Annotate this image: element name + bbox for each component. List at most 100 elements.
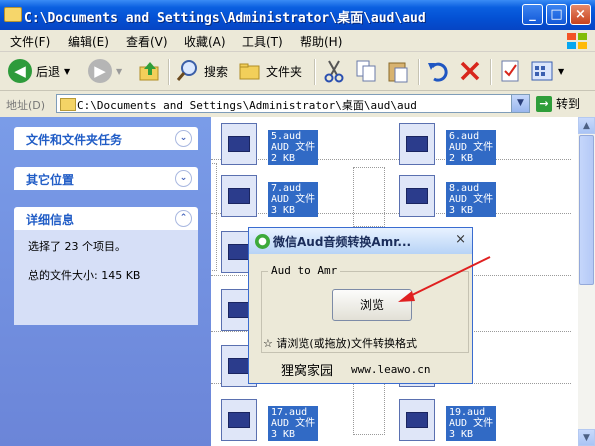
hint-text: ☆ 请浏览(或拖放)文件转换格式 xyxy=(263,337,417,350)
file-label: 6.aud AUD 文件 2 KB xyxy=(446,130,497,165)
menu-bar: 文件(F) 编辑(E) 查看(V) 收藏(A) 工具(T) 帮助(H) xyxy=(0,30,595,52)
footer-brand: 狸窝家园 xyxy=(281,364,334,379)
title-bar[interactable]: C:\Documents and Settings\Administrator\… xyxy=(0,0,595,30)
forward-arrow-icon: ▶ xyxy=(88,59,112,83)
address-value: C:\Documents and Settings\Administrator\… xyxy=(77,99,417,112)
search-icon xyxy=(176,60,197,81)
forward-button[interactable]: ▶ ▼ xyxy=(88,57,122,85)
file-label: 7.aud AUD 文件 3 KB xyxy=(268,182,319,217)
menu-help[interactable]: 帮助(H) xyxy=(300,33,342,50)
chevron-down-icon[interactable]: ⌄ xyxy=(175,130,192,147)
chevron-up-icon[interactable]: ⌃ xyxy=(175,210,192,227)
folders-button[interactable]: 文件夹 xyxy=(238,57,302,85)
panel-title: 其它位置 xyxy=(26,173,75,187)
back-button[interactable]: ◀ 后退 ▼ xyxy=(8,57,70,85)
dialog-title-bar[interactable]: ● 微信Aud音频转换Amr... × xyxy=(249,228,472,254)
other-places-panel[interactable]: 其它位置 ⌄ xyxy=(14,167,198,190)
up-folder-button[interactable] xyxy=(138,57,162,85)
file-label: 19.aud AUD 文件 3 KB xyxy=(446,406,497,441)
file-item[interactable]: 19.aud AUD 文件 3 KB xyxy=(389,397,499,441)
undo-icon xyxy=(428,62,448,82)
toolbar-separator xyxy=(490,59,492,85)
menu-favorites[interactable]: 收藏(A) xyxy=(184,33,226,50)
audio-file-icon xyxy=(221,399,259,441)
group-legend: Aud to Amr xyxy=(268,264,341,277)
chevron-down-icon[interactable]: ⌄ xyxy=(175,170,192,187)
paste-icon xyxy=(388,62,408,83)
folder-icon xyxy=(60,98,76,111)
panel-title: 文件和文件夹任务 xyxy=(26,133,123,147)
file-item[interactable]: 8.aud AUD 文件 3 KB xyxy=(389,173,499,217)
details-panel[interactable]: 详细信息 ⌃ xyxy=(14,207,198,230)
drag-ghost xyxy=(353,383,385,435)
address-label: 地址(D) xyxy=(6,99,46,112)
file-item[interactable]: 5.aud AUD 文件 2 KB xyxy=(211,121,321,165)
views-button[interactable]: ▼ xyxy=(530,57,564,85)
cut-button[interactable] xyxy=(322,57,346,85)
details-selected: 选择了 23 个项目。 xyxy=(28,240,126,253)
wechat-icon: ● xyxy=(255,234,270,249)
windows-logo-icon xyxy=(567,33,587,49)
close-button[interactable]: × xyxy=(570,4,591,25)
minimize-button[interactable]: _ xyxy=(522,4,543,25)
file-folder-tasks-panel[interactable]: 文件和文件夹任务 ⌄ xyxy=(14,127,198,150)
toolbar-separator xyxy=(418,59,420,85)
folders-icon xyxy=(239,63,260,80)
toolbar-separator xyxy=(314,59,316,85)
chevron-down-icon: ▼ xyxy=(116,66,123,76)
up-folder-icon xyxy=(139,62,159,81)
search-button[interactable]: 搜索 xyxy=(176,57,228,85)
drag-ghost xyxy=(353,167,385,227)
converter-dialog: ● 微信Aud音频转换Amr... × Aud to Amr 浏览 ☆ 请浏览(… xyxy=(248,227,473,384)
audio-file-icon xyxy=(399,175,437,217)
maximize-button[interactable]: □ xyxy=(546,4,567,25)
properties-button[interactable] xyxy=(498,57,522,85)
undo-button[interactable] xyxy=(426,57,450,85)
back-label: 后退 xyxy=(36,64,61,79)
dialog-close-button[interactable]: × xyxy=(455,232,466,247)
file-item[interactable]: 17.aud AUD 文件 3 KB xyxy=(211,397,321,441)
panel-title: 详细信息 xyxy=(26,213,75,227)
views-icon xyxy=(531,61,553,81)
file-item[interactable]: 7.aud AUD 文件 3 KB xyxy=(211,173,321,217)
copy-button[interactable] xyxy=(354,57,378,85)
menu-file[interactable]: 文件(F) xyxy=(10,33,50,50)
file-label: 5.aud AUD 文件 2 KB xyxy=(268,130,319,165)
audio-file-icon xyxy=(399,399,437,441)
properties-icon xyxy=(501,60,519,82)
menu-tools[interactable]: 工具(T) xyxy=(242,33,283,50)
file-label: 8.aud AUD 文件 3 KB xyxy=(446,182,497,217)
address-input[interactable]: C:\Documents and Settings\Administrator\… xyxy=(56,94,530,113)
paste-button[interactable] xyxy=(386,57,410,85)
toolbar-separator xyxy=(168,59,170,85)
scroll-thumb[interactable] xyxy=(579,135,594,285)
audio-file-icon xyxy=(221,175,259,217)
go-button[interactable]: → 转到 xyxy=(536,95,580,112)
chevron-down-icon: ▼ xyxy=(64,66,71,76)
copy-icon xyxy=(356,60,376,82)
search-label: 搜索 xyxy=(204,64,229,79)
address-dropdown-button[interactable]: ▼ xyxy=(511,95,529,112)
scroll-down-button[interactable]: ▼ xyxy=(578,429,595,446)
menu-view[interactable]: 查看(V) xyxy=(126,33,168,50)
address-bar: 地址(D) C:\Documents and Settings\Administ… xyxy=(0,92,595,116)
delete-button[interactable] xyxy=(458,57,482,85)
footer-url[interactable]: www.leawo.cn xyxy=(351,363,430,376)
back-arrow-icon: ◀ xyxy=(8,59,32,83)
dialog-title: 微信Aud音频转换Amr... xyxy=(273,235,412,249)
vertical-scrollbar[interactable]: ▲ ▼ xyxy=(578,117,595,446)
go-arrow-icon: → xyxy=(536,95,552,112)
audio-file-icon xyxy=(399,123,437,165)
folders-label: 文件夹 xyxy=(266,64,303,79)
file-item[interactable]: 6.aud AUD 文件 2 KB xyxy=(389,121,499,165)
audio-file-icon xyxy=(221,123,259,165)
window-title: C:\Documents and Settings\Administrator\… xyxy=(24,11,426,26)
chevron-down-icon: ▼ xyxy=(558,66,565,76)
scissors-icon xyxy=(324,60,344,83)
explorer-window: C:\Documents and Settings\Administrator\… xyxy=(0,0,595,446)
menu-edit[interactable]: 编辑(E) xyxy=(68,33,109,50)
browse-button[interactable]: 浏览 xyxy=(332,289,412,321)
details-body: 选择了 23 个项目。 总的文件大小: 145 KB xyxy=(14,230,198,325)
details-size: 总的文件大小: 145 KB xyxy=(28,269,141,282)
scroll-up-button[interactable]: ▲ xyxy=(578,117,595,134)
